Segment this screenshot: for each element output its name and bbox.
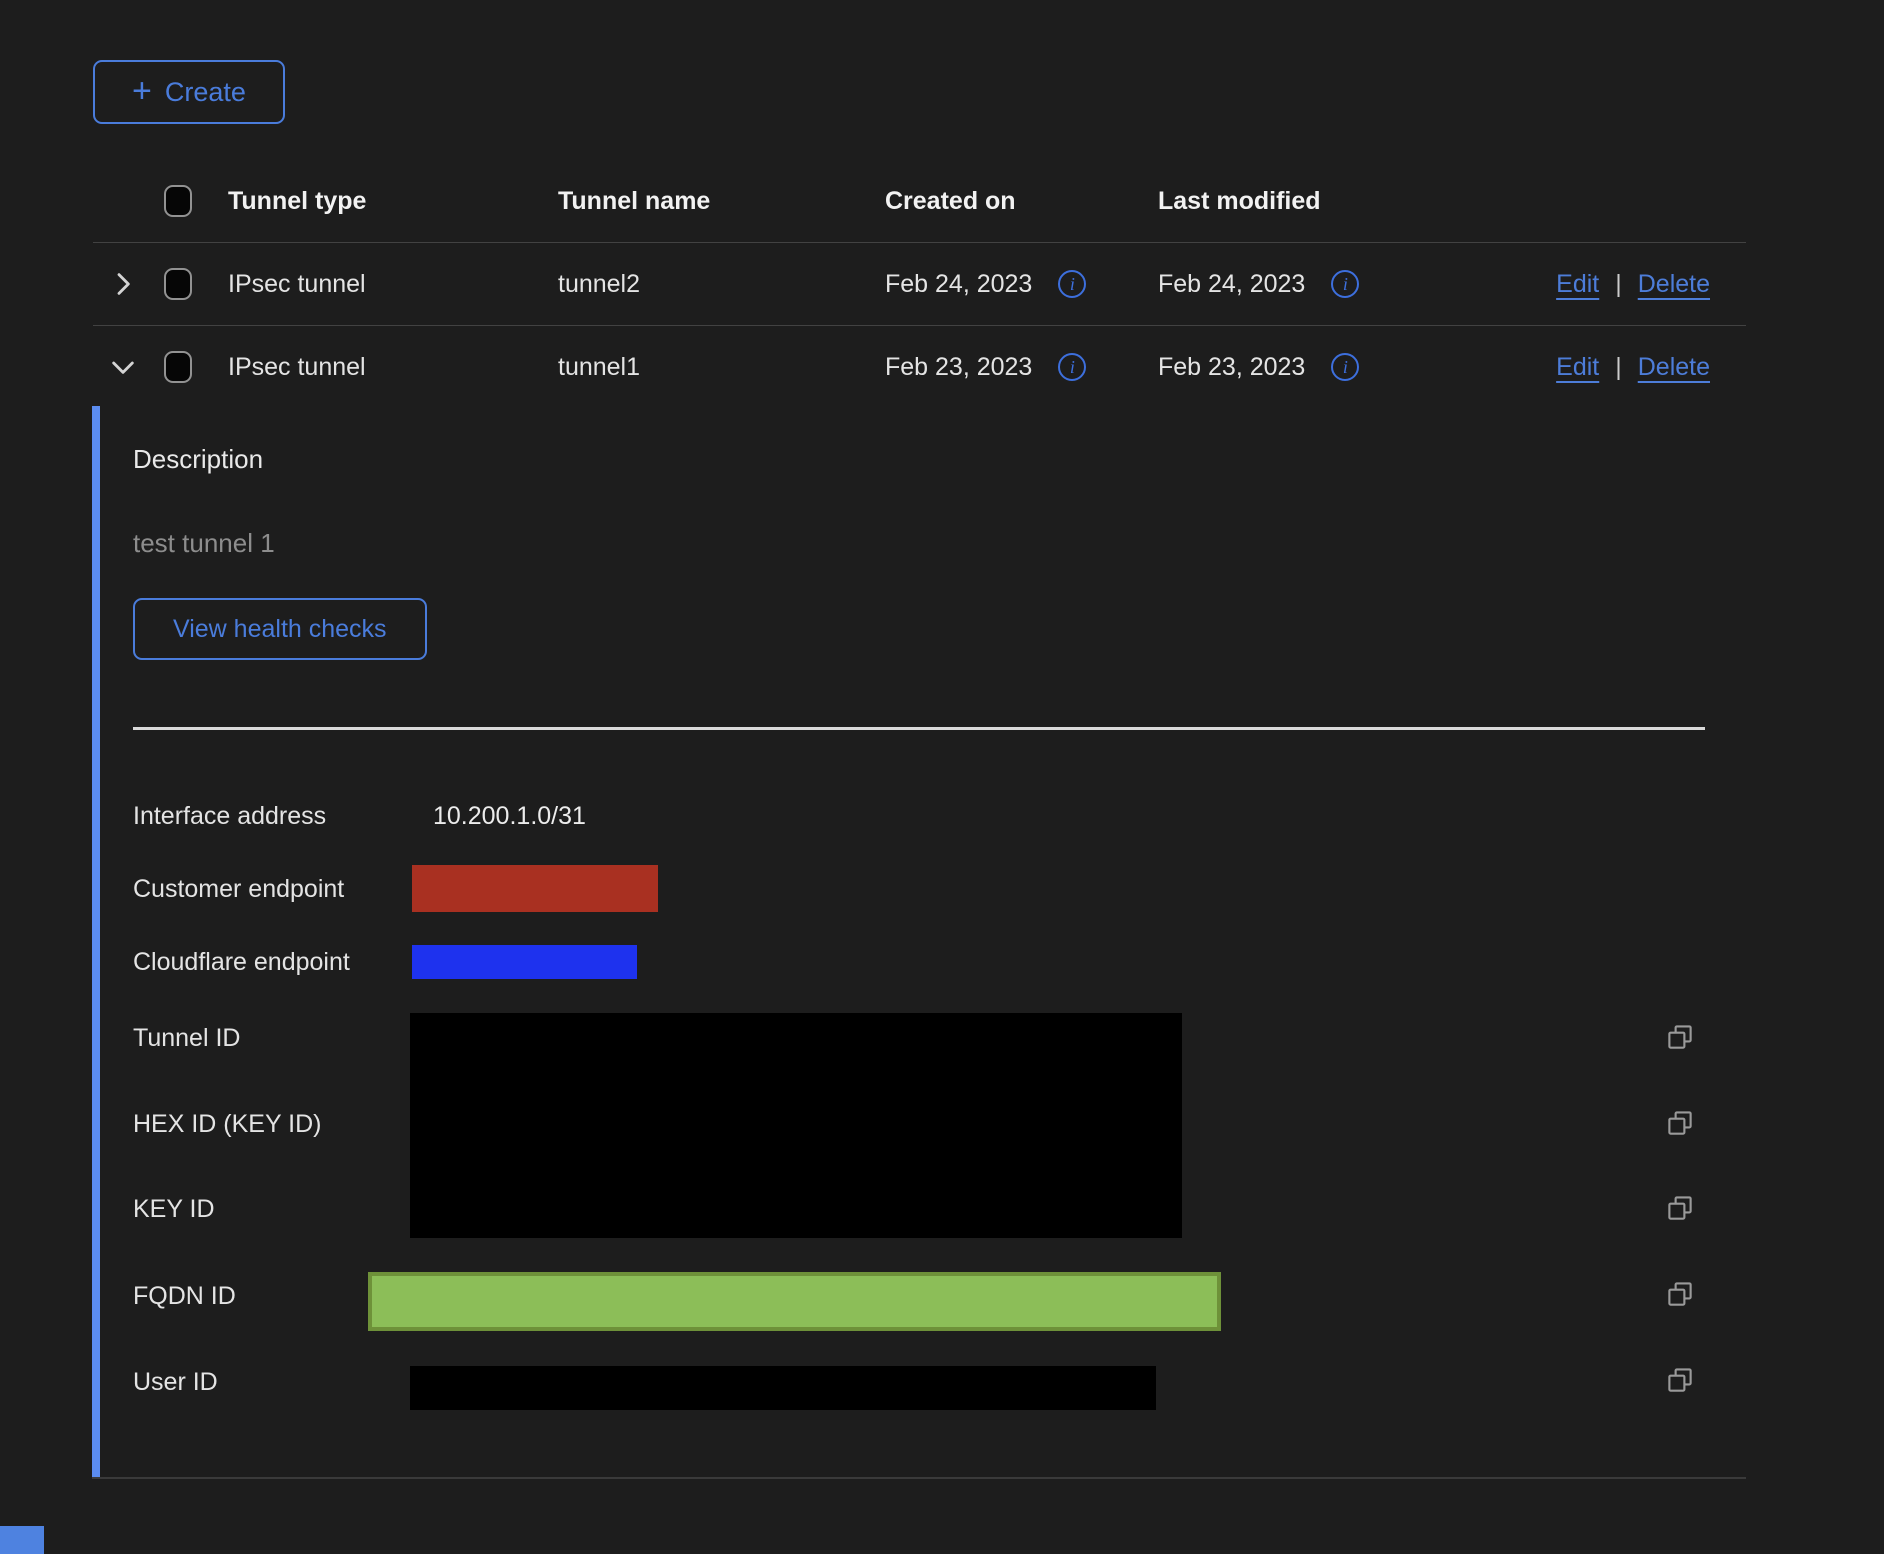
- table-bottom-divider: [92, 1477, 1746, 1479]
- tunnel-type-value: IPsec tunnel: [228, 270, 558, 299]
- copy-icon: [1665, 1193, 1695, 1223]
- copy-fqdn-id-button[interactable]: [1664, 1279, 1696, 1311]
- select-all-checkbox[interactable]: [164, 185, 192, 217]
- edit-link[interactable]: Edit: [1556, 353, 1599, 382]
- copy-user-id-button[interactable]: [1664, 1365, 1696, 1397]
- description-value: test tunnel 1: [133, 527, 275, 559]
- action-separator: |: [1615, 270, 1622, 299]
- created-on-value: Feb 24, 2023: [885, 270, 1032, 299]
- created-on-value: Feb 23, 2023: [885, 353, 1032, 382]
- copy-tunnel-id-button[interactable]: [1664, 1022, 1696, 1054]
- table-row-tunnel2: IPsec tunnel tunnel2 Feb 24, 2023 i Feb …: [93, 243, 1746, 326]
- copy-icon: [1665, 1279, 1695, 1309]
- ids-redacted-values: [410, 1013, 1182, 1238]
- copy-key-id-button[interactable]: [1664, 1193, 1696, 1225]
- create-button[interactable]: + Create: [93, 60, 285, 124]
- header-tunnel-name: Tunnel name: [558, 187, 885, 216]
- info-icon[interactable]: i: [1331, 353, 1359, 381]
- detail-divider: [133, 727, 1705, 730]
- header-created-on: Created on: [885, 187, 1158, 216]
- last-modified-value: Feb 23, 2023: [1158, 353, 1305, 382]
- row-checkbox[interactable]: [164, 351, 192, 383]
- expanded-row-indicator-bar: [92, 406, 100, 1477]
- customer-endpoint-label: Customer endpoint: [133, 874, 344, 904]
- key-id-label: KEY ID: [133, 1194, 215, 1224]
- copy-icon: [1665, 1108, 1695, 1138]
- tunnel-id-label: Tunnel ID: [133, 1023, 240, 1053]
- user-id-label: User ID: [133, 1367, 218, 1397]
- tunnels-table: Tunnel type Tunnel name Created on Last …: [93, 160, 1746, 408]
- table-header-row: Tunnel type Tunnel name Created on Last …: [93, 160, 1746, 243]
- user-id-redacted-value: [410, 1366, 1156, 1410]
- info-icon[interactable]: i: [1058, 270, 1086, 298]
- view-health-checks-button[interactable]: View health checks: [133, 598, 427, 660]
- plus-icon: +: [132, 74, 152, 108]
- edit-link[interactable]: Edit: [1556, 270, 1599, 299]
- cloudflare-endpoint-label: Cloudflare endpoint: [133, 947, 350, 977]
- chevron-right-icon: [107, 268, 139, 300]
- last-modified-value: Feb 24, 2023: [1158, 270, 1305, 299]
- header-last-modified: Last modified: [1158, 187, 1540, 216]
- table-row-tunnel1: IPsec tunnel tunnel1 Feb 23, 2023 i Feb …: [93, 326, 1746, 408]
- description-label: Description: [133, 443, 263, 475]
- copy-icon: [1665, 1022, 1695, 1052]
- customer-endpoint-redacted-value: [412, 865, 658, 912]
- cloudflare-endpoint-redacted-value: [412, 945, 637, 979]
- delete-link[interactable]: Delete: [1638, 270, 1710, 299]
- tunnel-type-value: IPsec tunnel: [228, 353, 558, 382]
- tunnels-page: + Create Tunnel type Tunnel name Created…: [0, 0, 1884, 1554]
- copy-icon: [1665, 1365, 1695, 1395]
- chevron-down-icon: [107, 351, 139, 383]
- header-checkbox-cell: [164, 185, 228, 217]
- copy-hex-id-button[interactable]: [1664, 1108, 1696, 1140]
- hex-id-label: HEX ID (KEY ID): [133, 1109, 321, 1139]
- row-checkbox[interactable]: [164, 268, 192, 300]
- delete-link[interactable]: Delete: [1638, 353, 1710, 382]
- expand-row-button[interactable]: [107, 268, 139, 300]
- create-button-label: Create: [165, 77, 246, 108]
- info-icon[interactable]: i: [1331, 270, 1359, 298]
- collapse-row-button[interactable]: [107, 351, 139, 383]
- header-tunnel-type: Tunnel type: [228, 187, 558, 216]
- action-separator: |: [1615, 353, 1622, 382]
- interface-address-label: Interface address: [133, 801, 326, 831]
- interface-address-value: 10.200.1.0/31: [433, 801, 586, 831]
- fqdn-id-label: FQDN ID: [133, 1281, 236, 1311]
- fqdn-id-redacted-value: [368, 1272, 1221, 1331]
- tunnel-name-value: tunnel2: [558, 270, 885, 299]
- tunnel-name-value: tunnel1: [558, 353, 885, 382]
- info-icon[interactable]: i: [1058, 353, 1086, 381]
- bottom-left-accent-bar: [0, 1526, 44, 1554]
